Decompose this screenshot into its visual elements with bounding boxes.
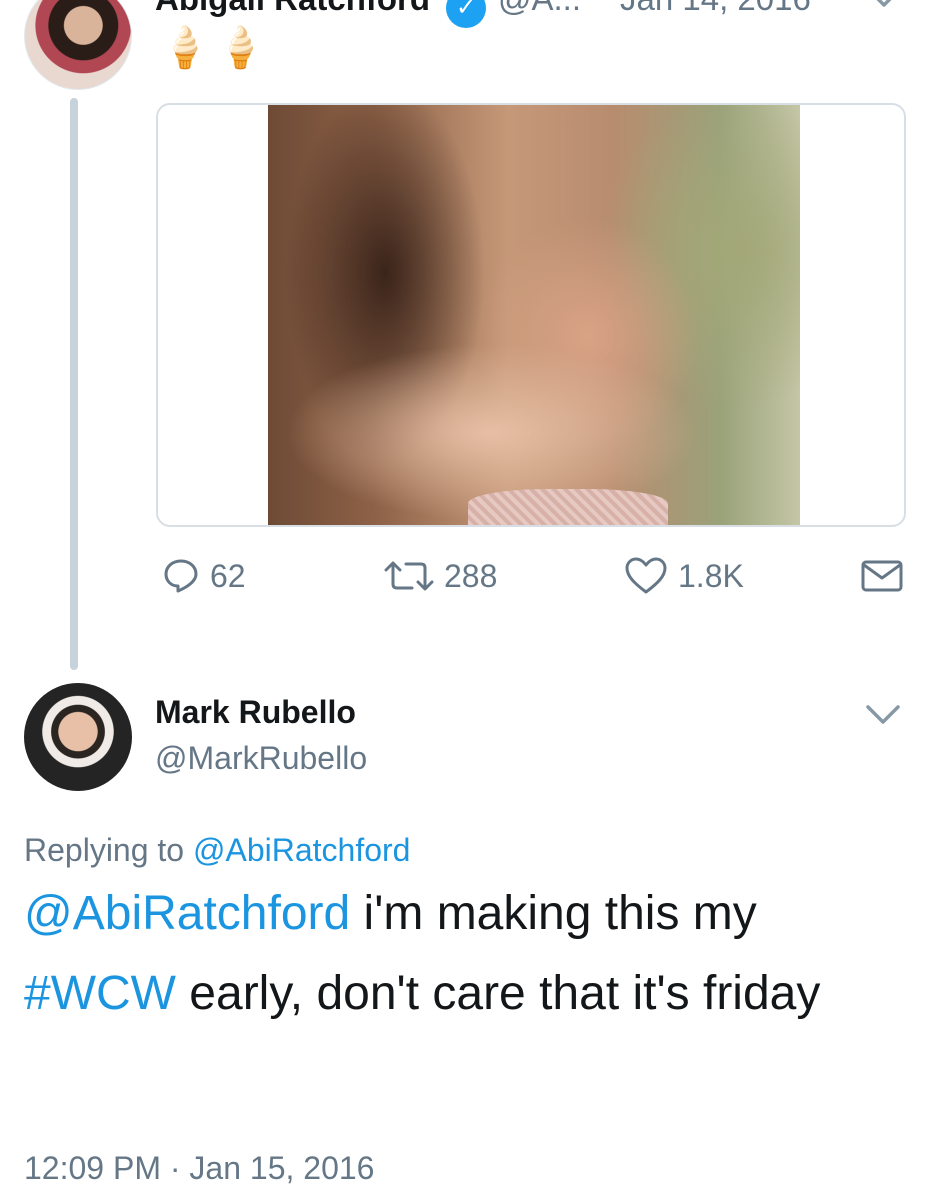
- verified-badge-icon: ✓: [446, 0, 486, 28]
- tweet-text-segment: i'm making this my: [350, 887, 757, 940]
- chevron-down-icon[interactable]: [868, 0, 900, 10]
- envelope-icon: [861, 560, 903, 592]
- thread-connector-line: [70, 98, 78, 670]
- retweet-action[interactable]: 288: [384, 552, 497, 600]
- tweet-action-bar: 62 288 1.8K: [156, 552, 906, 600]
- original-tweet-text: 🍦🍦: [160, 26, 272, 70]
- reply-author-handle[interactable]: @MarkRubello: [155, 740, 367, 777]
- hashtag-link[interactable]: #WCW: [24, 967, 176, 1020]
- heart-icon: [625, 557, 667, 594]
- retweet-icon: [384, 561, 434, 591]
- original-author-handle[interactable]: @A...: [498, 0, 581, 18]
- tweet-media-card[interactable]: [156, 103, 906, 527]
- like-count: 1.8K: [678, 557, 744, 594]
- chevron-down-icon[interactable]: [865, 703, 901, 727]
- original-tweet-date[interactable]: Jan 14, 2016: [620, 0, 811, 18]
- original-author-name[interactable]: Abigail Ratchford: [155, 0, 430, 18]
- direct-message-action[interactable]: [860, 552, 904, 600]
- original-author-avatar[interactable]: [24, 0, 132, 90]
- mention-link[interactable]: @AbiRatchford: [24, 887, 350, 940]
- reply-icon: [164, 559, 198, 593]
- replying-to-line: Replying to @AbiRatchford: [24, 832, 410, 869]
- photo-detail: [468, 489, 668, 525]
- tweet-text-segment: early, don't care that it's friday: [175, 967, 821, 1020]
- reply-author-name[interactable]: Mark Rubello: [155, 694, 356, 731]
- replying-to-label: Replying to: [24, 832, 185, 868]
- reply-count: 62: [210, 557, 246, 594]
- tweet-photo[interactable]: [268, 105, 800, 525]
- reply-tweet-text: @AbiRatchford i'm making this my #WCW ea…: [24, 874, 904, 1034]
- reply-action[interactable]: 62: [162, 552, 246, 600]
- replying-to-handle-link[interactable]: @AbiRatchford: [193, 832, 410, 868]
- reply-author-avatar[interactable]: [24, 683, 132, 791]
- retweet-count: 288: [444, 557, 498, 594]
- like-action[interactable]: 1.8K: [624, 552, 744, 600]
- reply-timestamp[interactable]: 12:09 PM · Jan 15, 2016: [24, 1150, 374, 1187]
